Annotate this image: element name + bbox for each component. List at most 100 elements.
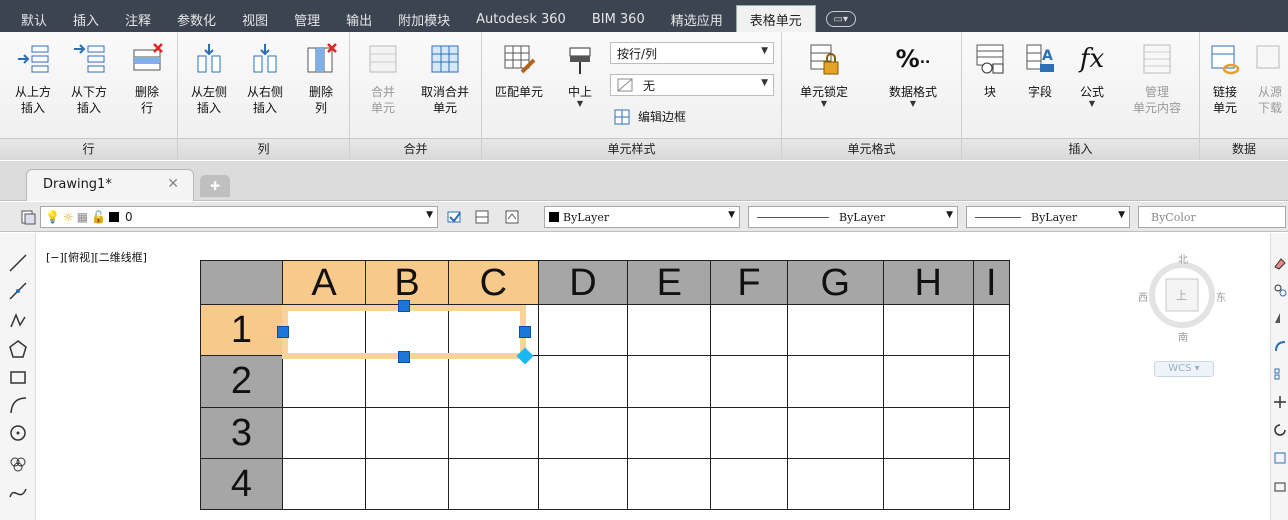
table-cell-h3[interactable] bbox=[882, 406, 974, 459]
layer-dropdown[interactable]: 💡 ☼ ▦ 🔓 0 ▼ bbox=[40, 206, 438, 228]
scale-icon[interactable] bbox=[1273, 451, 1287, 465]
array-icon[interactable] bbox=[1273, 367, 1287, 381]
match-layer-icon[interactable] bbox=[474, 209, 490, 225]
insert-row-below-button[interactable]: 从下方 插入 bbox=[60, 40, 118, 116]
cell-style-dropdown[interactable]: 按行/列 ▼ bbox=[610, 42, 774, 64]
data-format-button[interactable]: %.. 数据格式 ▼ bbox=[876, 40, 950, 108]
grip-left[interactable] bbox=[277, 326, 289, 338]
ribbon-tab-5[interactable]: 管理 bbox=[281, 7, 333, 32]
table-cell-h4[interactable] bbox=[882, 457, 974, 511]
table-cell-i3[interactable] bbox=[972, 406, 1011, 459]
insert-col-left-button[interactable]: 从左侧 插入 bbox=[180, 40, 238, 116]
match-cell-button[interactable]: 匹配单元 bbox=[486, 40, 552, 100]
ribbon-tab-2[interactable]: 注释 bbox=[112, 7, 164, 32]
plotstyle-dropdown[interactable]: ByColor bbox=[1138, 206, 1286, 228]
link-cell-button[interactable]: 链接 单元 bbox=[1202, 40, 1248, 116]
column-header-f[interactable]: F bbox=[710, 259, 788, 306]
delete-row-button[interactable]: 删除行 bbox=[118, 40, 176, 116]
table-cell-e2[interactable] bbox=[627, 355, 712, 408]
cell-lock-button[interactable]: 单元锁定 ▼ bbox=[790, 40, 858, 108]
ribbon-tab-4[interactable]: 视图 bbox=[229, 7, 281, 32]
polygon-icon[interactable] bbox=[8, 339, 28, 359]
compass-east[interactable]: 东 bbox=[1216, 289, 1226, 304]
drawing-table[interactable]: ABCDEFGHI 1234 bbox=[200, 259, 1011, 511]
polyline-icon[interactable] bbox=[8, 311, 28, 331]
cell-fill-dropdown[interactable]: 无 ▼ bbox=[610, 74, 774, 96]
table-cell-h1[interactable] bbox=[882, 304, 974, 357]
table-corner-cell[interactable] bbox=[200, 259, 283, 306]
table-cell-a2[interactable] bbox=[281, 355, 367, 408]
table-cell-f2[interactable] bbox=[710, 355, 788, 408]
column-header-i[interactable]: I bbox=[972, 259, 1011, 306]
column-header-a[interactable]: A bbox=[281, 259, 367, 306]
table-cell-g4[interactable] bbox=[786, 457, 884, 511]
revision-cloud-icon[interactable] bbox=[8, 453, 28, 473]
row-header-3[interactable]: 3 bbox=[200, 406, 283, 459]
ribbon-tab-7[interactable]: 附加模块 bbox=[385, 7, 463, 32]
table-cell-d2[interactable] bbox=[537, 355, 629, 408]
column-header-c[interactable]: C bbox=[448, 259, 539, 306]
ribbon-tab-11[interactable]: 表格单元 bbox=[735, 5, 816, 32]
insert-formula-button[interactable]: fx 公式 ▼ bbox=[1066, 40, 1118, 108]
close-icon[interactable]: ✕ bbox=[167, 176, 179, 192]
table-cell-d3[interactable] bbox=[537, 406, 629, 459]
rotate-icon[interactable] bbox=[1273, 423, 1287, 437]
table-cell-f1[interactable] bbox=[710, 304, 788, 357]
edit-borders-button[interactable]: 编辑边框 bbox=[614, 108, 686, 125]
table-cell-f4[interactable] bbox=[710, 457, 788, 511]
stretch-icon[interactable] bbox=[1273, 479, 1287, 493]
offset-icon[interactable] bbox=[1273, 339, 1287, 353]
table-cell-i2[interactable] bbox=[972, 355, 1011, 408]
insert-row-above-button[interactable]: 从上方 插入 bbox=[4, 40, 62, 116]
color-dropdown[interactable]: ByLayer ▼ bbox=[544, 206, 740, 228]
ribbon-tab-0[interactable]: 默认 bbox=[8, 7, 60, 32]
mirror-icon[interactable] bbox=[1273, 311, 1287, 325]
arc-icon[interactable] bbox=[8, 395, 28, 415]
unmerge-cells-button[interactable]: 取消合并 单元 bbox=[410, 40, 480, 116]
file-tab-drawing1[interactable]: Drawing1* ✕ bbox=[26, 169, 194, 201]
ribbon-tab-1[interactable]: 插入 bbox=[60, 7, 112, 32]
column-header-e[interactable]: E bbox=[627, 259, 712, 306]
viewcube-top-face[interactable]: 上 bbox=[1176, 287, 1187, 303]
row-header-4[interactable]: 4 bbox=[200, 457, 283, 511]
compass-south[interactable]: 南 bbox=[1178, 329, 1188, 344]
table-cell-h2[interactable] bbox=[882, 355, 974, 408]
viewport-controls-label[interactable]: [−][俯视][二维线框] bbox=[46, 249, 147, 265]
table-cell-i4[interactable] bbox=[972, 457, 1011, 511]
ribbon-minimize-button[interactable]: ▭▾ bbox=[825, 11, 856, 27]
align-button[interactable]: 中上 ▼ bbox=[554, 40, 606, 108]
column-header-d[interactable]: D bbox=[537, 259, 629, 306]
compass-north[interactable]: 北 bbox=[1178, 251, 1188, 266]
insert-col-right-button[interactable]: 从右侧 插入 bbox=[236, 40, 294, 116]
merge-cells-button[interactable]: 合并 单元 bbox=[354, 40, 412, 116]
previous-layer-icon[interactable] bbox=[504, 209, 520, 225]
table-cell-g2[interactable] bbox=[786, 355, 884, 408]
copy-icon[interactable] bbox=[1273, 283, 1287, 297]
drawing-canvas[interactable]: [−][俯视][二维线框] ABCDEFGHI 1234 北 南 西 东 上 WC… bbox=[0, 233, 1288, 520]
table-cell-b4[interactable] bbox=[365, 457, 450, 511]
erase-icon[interactable] bbox=[1273, 257, 1287, 271]
download-from-source-button[interactable]: 从源 下载 bbox=[1250, 40, 1288, 116]
grip-bottom[interactable] bbox=[398, 351, 410, 363]
insert-field-button[interactable]: A 字段 bbox=[1014, 40, 1066, 100]
insert-block-button[interactable]: 块 bbox=[964, 40, 1016, 100]
table-cell-b2[interactable] bbox=[365, 355, 450, 408]
row-header-1[interactable]: 1 bbox=[200, 304, 283, 357]
lineweight-dropdown[interactable]: ByLayer ▼ bbox=[966, 206, 1130, 228]
linetype-dropdown[interactable]: ByLayer ▼ bbox=[748, 206, 958, 228]
spline-icon[interactable] bbox=[8, 483, 28, 503]
viewcube[interactable]: 北 南 西 东 上 bbox=[1138, 255, 1226, 351]
table-cell-e3[interactable] bbox=[627, 406, 712, 459]
column-header-b[interactable]: B bbox=[365, 259, 450, 306]
move-icon[interactable] bbox=[1273, 395, 1287, 409]
table-cell-g3[interactable] bbox=[786, 406, 884, 459]
grip-right[interactable] bbox=[519, 326, 531, 338]
table-cell-a4[interactable] bbox=[281, 457, 367, 511]
ribbon-tab-6[interactable]: 输出 bbox=[333, 7, 385, 32]
circle-icon[interactable] bbox=[8, 423, 28, 443]
row-header-2[interactable]: 2 bbox=[200, 355, 283, 408]
table-cell-c4[interactable] bbox=[448, 457, 539, 511]
column-header-h[interactable]: H bbox=[882, 259, 974, 306]
ribbon-tab-10[interactable]: 精选应用 bbox=[658, 7, 736, 32]
table-cell-b3[interactable] bbox=[365, 406, 450, 459]
